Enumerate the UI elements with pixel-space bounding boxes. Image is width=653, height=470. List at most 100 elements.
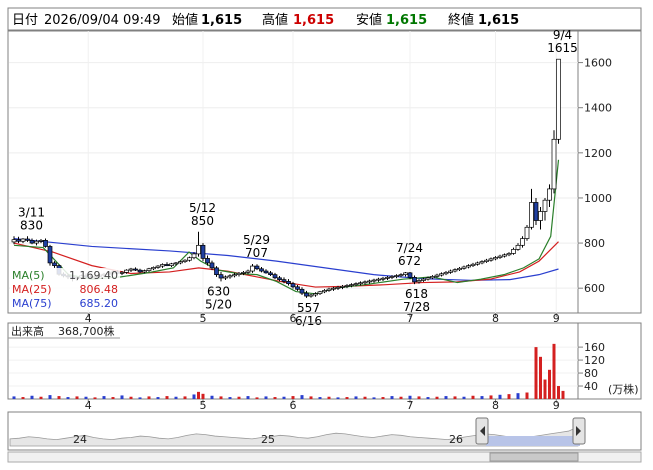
volume-bar (21, 397, 25, 399)
candle-body (326, 288, 332, 291)
candle-body (344, 285, 350, 287)
chart-svg: 日付 2026/09/04 09:49 始値 1,615 高値 1,615 安値… (7, 7, 642, 463)
candle-body (322, 290, 327, 293)
candle-body (133, 268, 138, 271)
candle-body (466, 265, 471, 268)
navigator-scroll-thumb[interactable] (489, 452, 579, 462)
candle-body (497, 255, 503, 258)
candle-body (448, 270, 453, 273)
volume-bar (246, 396, 250, 399)
date-label: 日付 (12, 13, 38, 28)
candle-body (142, 270, 147, 273)
volume-bar (390, 396, 394, 399)
volume-bar (57, 396, 61, 399)
month-label: 8 (492, 399, 499, 412)
annotation-value: 630 (207, 284, 230, 298)
candle-body (178, 261, 183, 264)
volume-bar (48, 395, 52, 399)
volume-bar (111, 397, 115, 399)
candle-body (524, 226, 530, 239)
high-value: 1,615 (293, 13, 334, 28)
candle-body (164, 264, 170, 266)
candle-body (484, 259, 489, 262)
price-tick-label: 1200 (584, 147, 612, 160)
navigator-selection[interactable] (486, 436, 580, 446)
month-label: 9 (553, 399, 560, 412)
volume-bar (444, 396, 448, 399)
candle-body (241, 272, 246, 274)
candle-body (25, 238, 30, 241)
candle-body (304, 292, 309, 297)
datetime-value: 2026/09/04 09:49 (44, 13, 161, 28)
volume-bar (516, 393, 520, 399)
volume-bar (75, 396, 79, 399)
volume-bar (336, 397, 340, 399)
price-tick-label: 1000 (584, 192, 612, 205)
volume-bar (462, 396, 466, 399)
volume-bar (539, 356, 542, 399)
annotation-date: 5/12 (189, 201, 216, 215)
candle-body (29, 240, 35, 244)
volume-label: 出来高 (11, 324, 44, 338)
candle-body (128, 268, 134, 271)
candle-body (290, 283, 296, 288)
volume-bar (228, 397, 232, 399)
volume-bar (309, 396, 313, 399)
price-tick-label: 1400 (584, 102, 612, 115)
candle-body (38, 240, 44, 242)
volume-tick-label: 160 (584, 341, 605, 354)
volume-bar (138, 397, 142, 399)
low-label: 安値 (356, 12, 382, 28)
annotation-date: 3/11 (18, 205, 45, 219)
candle-body (376, 278, 381, 281)
candle-body (182, 259, 188, 262)
candle-body (340, 286, 345, 288)
candle-body (259, 268, 264, 272)
close-label: 終値 (448, 12, 474, 28)
volume-bar (93, 397, 97, 399)
month-label: 7 (407, 399, 414, 412)
volume-bar (318, 397, 322, 399)
annotation-value: 672 (398, 254, 421, 268)
annotation-date: 5/20 (205, 297, 232, 311)
candle-body (200, 244, 206, 259)
volume-bar (120, 395, 124, 399)
candle-body (493, 257, 498, 260)
candle-body (160, 264, 165, 267)
candle-body (394, 275, 399, 277)
open-label: 始値 (172, 12, 198, 28)
candle-body (407, 272, 413, 278)
candle-body (475, 262, 480, 265)
navigator-right-handle[interactable] (572, 417, 586, 445)
volume-bars (12, 343, 565, 399)
low-value: 1,615 (386, 13, 427, 28)
volume-bar (66, 397, 70, 399)
candle-body (371, 279, 377, 282)
candle-body (191, 253, 197, 259)
candle-body (272, 274, 278, 279)
annotation-value: 830 (20, 218, 43, 232)
candle-body (421, 278, 426, 281)
volume-bar (192, 394, 196, 399)
volume-bar (219, 396, 223, 399)
candle-body (173, 262, 179, 265)
candle-body (398, 274, 404, 276)
candle-body (389, 276, 395, 278)
candle-body (412, 277, 417, 283)
candle-body (169, 263, 174, 266)
navigator-left-handle[interactable] (475, 417, 489, 445)
month-label: 6 (290, 399, 297, 412)
volume-bar (399, 396, 403, 399)
candle-body (146, 268, 152, 271)
candle-body (331, 287, 336, 290)
volume-bar (165, 396, 169, 399)
annotation-date: 5/29 (243, 233, 270, 247)
ma75-value: 685.20 (80, 297, 119, 310)
candle-body (232, 274, 237, 277)
ma25-value: 806.48 (80, 283, 119, 296)
candle-body (313, 293, 318, 296)
open-value: 1,615 (201, 13, 242, 28)
volume-bar (471, 395, 475, 399)
candle-body (502, 254, 507, 257)
candle-body (11, 239, 17, 243)
